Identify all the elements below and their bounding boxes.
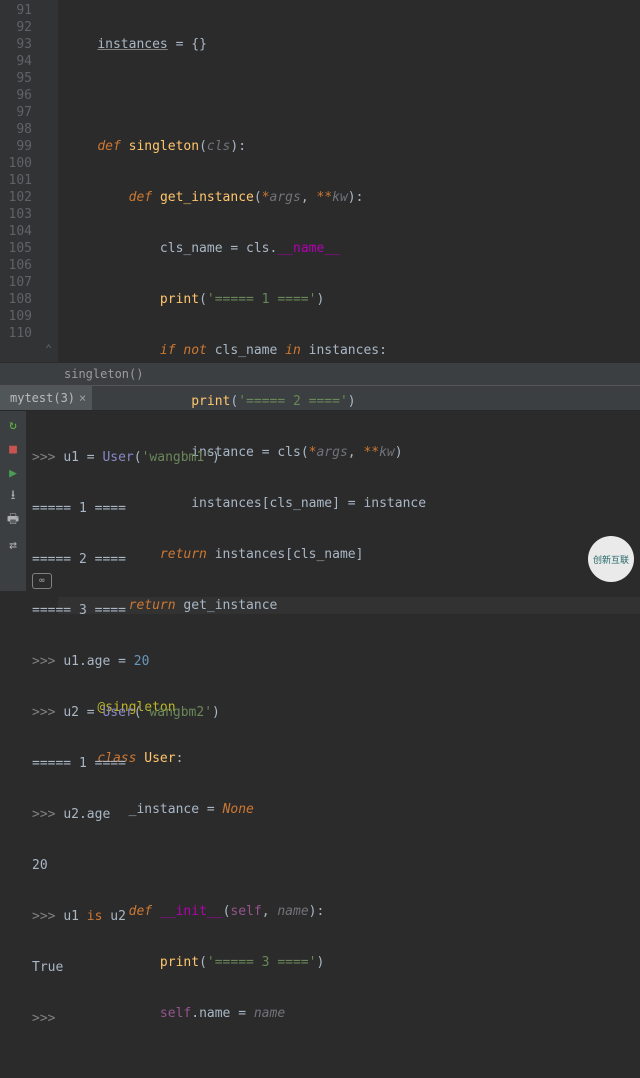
wrap-icon[interactable]: ⇄ <box>5 537 21 553</box>
print-icon[interactable]: 🖶 <box>5 513 21 529</box>
stop-icon[interactable]: ■ <box>5 441 21 457</box>
code-editor[interactable]: instances = {} def singleton(cls): def g… <box>58 0 640 362</box>
editor-pane: 91 92 93 94 95 96 97 98 99 100 101 102 1… <box>0 0 640 362</box>
console-toolbar: ↻ ■ ▶ ⭳ 🖶 ⇄ <box>0 411 26 591</box>
play-icon[interactable]: ▶ <box>5 465 21 481</box>
console-area: ↻ ■ ▶ ⭳ 🖶 ⇄ >>> u1 = User('wangbm1') ===… <box>0 411 640 591</box>
line-gutter: 91 92 93 94 95 96 97 98 99 100 101 102 1… <box>0 0 44 362</box>
rerun-icon[interactable]: ↻ <box>5 417 21 433</box>
fold-end-icon[interactable]: ⌃ <box>45 342 52 356</box>
fold-column[interactable]: ⌃ <box>44 0 58 362</box>
loop-icon[interactable]: ∞ <box>32 573 52 589</box>
watermark: 创新互联 <box>588 536 634 582</box>
download-icon[interactable]: ⭳ <box>5 489 21 505</box>
python-console[interactable]: >>> u1 = User('wangbm1') ===== 1 ==== ==… <box>26 411 640 591</box>
